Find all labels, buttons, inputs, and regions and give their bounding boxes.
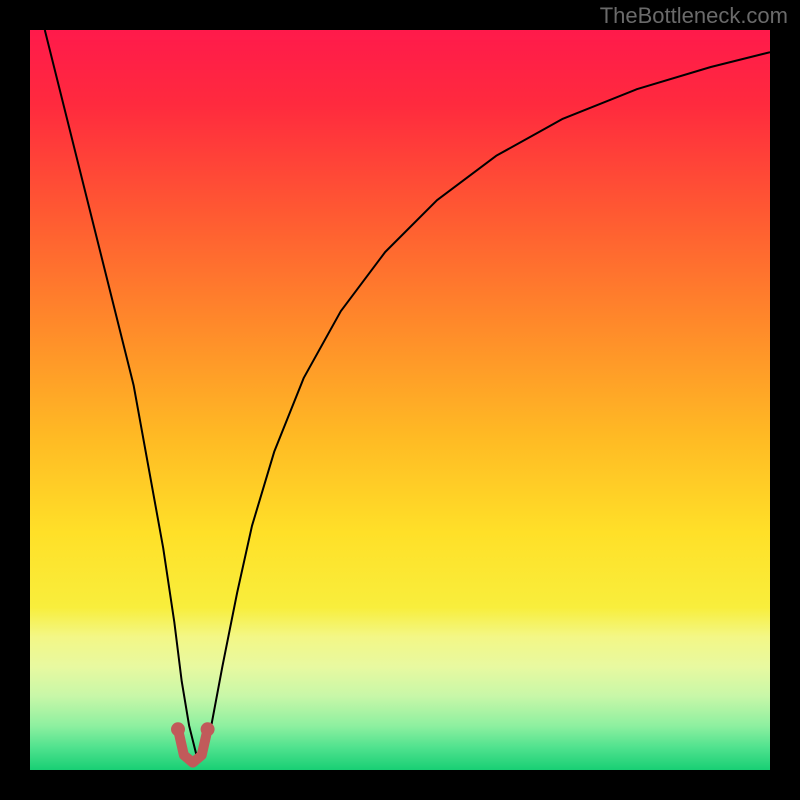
- gradient-background: [30, 30, 770, 770]
- chart-svg: [30, 30, 770, 770]
- watermark-text: TheBottleneck.com: [600, 3, 788, 29]
- plot-area: [30, 30, 770, 770]
- chart-frame: TheBottleneck.com: [0, 0, 800, 800]
- optimum-marker-dot: [201, 722, 215, 736]
- optimum-marker-dot: [171, 722, 185, 736]
